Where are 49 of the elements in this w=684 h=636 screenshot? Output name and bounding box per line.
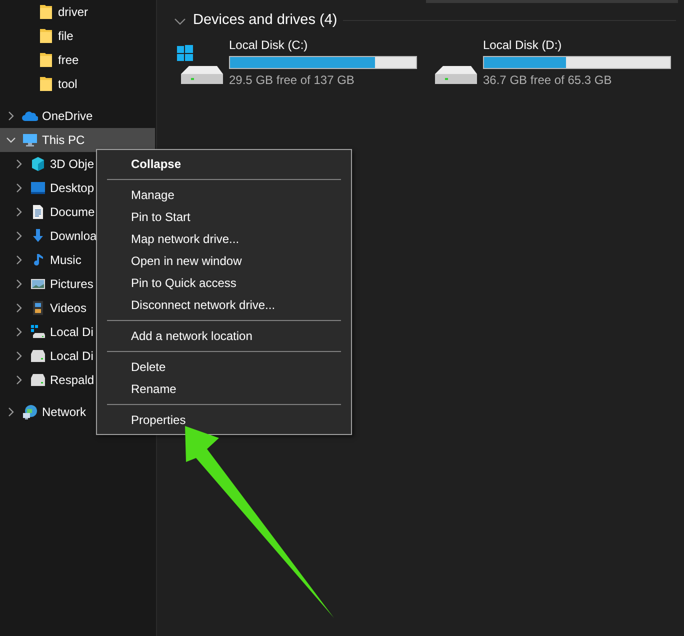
download-icon [30,228,46,244]
cube-icon [30,156,46,172]
free-space-text: 29.5 GB free of 137 GB [229,72,356,89]
drive-icon [30,324,46,340]
menu-item[interactable]: Disconnect network drive... [97,294,351,316]
tree-item[interactable]: Local Di [50,347,94,365]
monitor-icon [22,132,38,148]
free-space-text: 36.7 GB free of 65.3 GB [483,72,613,89]
folder-icon [38,28,54,44]
drive-name[interactable]: Local Disk (C:) [229,36,417,54]
tree-item[interactable]: This PC [0,128,155,152]
network-globe-icon [22,404,38,420]
tree-item[interactable]: OneDrive [42,107,93,125]
drive-name[interactable]: Local Disk (D:) [483,36,671,54]
drive-icon [435,66,477,84]
tree-item[interactable]: Videos [50,299,86,317]
menu-item[interactable]: Map network drive... [97,228,351,250]
document-icon [30,204,46,220]
menu-item[interactable]: Pin to Start [97,206,351,228]
tree-item[interactable]: 3D Obje [50,155,94,173]
tree-item[interactable]: Local Di [50,323,94,341]
tree-item[interactable]: free [58,51,79,69]
tree-item[interactable]: Music [50,251,82,269]
menu-item[interactable]: Open in new window [97,250,351,272]
menu-item[interactable]: Properties [97,409,351,431]
folder-icon [38,4,54,20]
folder-icon [38,76,54,92]
tree-item[interactable]: Desktop [50,179,94,197]
menu-item[interactable]: Pin to Quick access [97,272,351,294]
tree-item[interactable]: driver [58,3,88,21]
film-icon [30,300,46,316]
tree-item[interactable]: file [58,27,74,45]
tree-item[interactable]: Pictures [50,275,94,293]
tree-item[interactable]: Docume [50,203,95,221]
menu-item[interactable]: Rename [97,378,351,400]
tree-item[interactable]: Respald [50,371,94,389]
section-title: Devices and drives (4) [193,11,338,30]
drive-icon [30,372,46,388]
menu-item[interactable]: Collapse [97,153,351,175]
tree-item[interactable]: Downloa [50,227,97,245]
tree-item[interactable]: Network [42,403,86,421]
menu-item[interactable]: Add a network location [97,325,351,347]
tree-item[interactable]: tool [58,75,78,93]
desktop-icon [30,180,46,196]
folder-icon [38,52,54,68]
menu-item[interactable]: Manage [97,184,351,206]
picture-icon [30,276,46,292]
menu-item[interactable]: Delete [97,356,351,378]
drive-icon [30,348,46,364]
